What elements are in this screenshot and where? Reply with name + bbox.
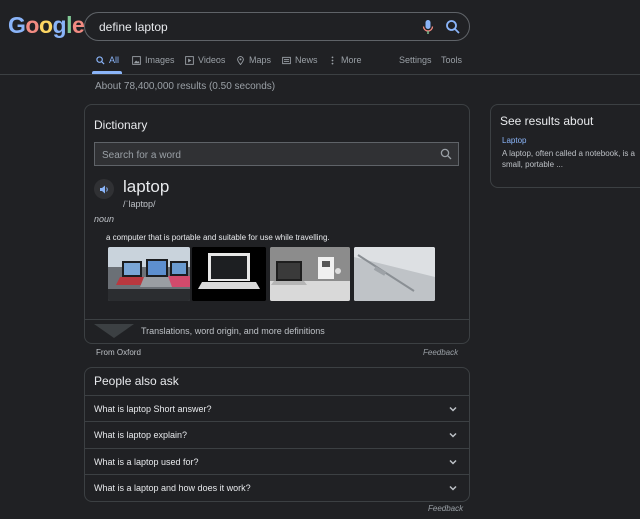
divider <box>84 319 470 320</box>
tab-images[interactable]: Images <box>132 55 175 65</box>
search-icon <box>96 55 105 65</box>
logo-letter: o <box>25 12 39 38</box>
search-box[interactable] <box>84 12 470 41</box>
dictionary-card <box>84 104 470 344</box>
paa-question-row[interactable]: What is laptop Short answer? <box>84 395 470 422</box>
chevron-down-icon <box>449 432 457 438</box>
laptop-desk-photo <box>270 247 350 301</box>
logo-letter: e <box>71 12 85 38</box>
tab-label: Maps <box>249 55 272 65</box>
dictionary-source: From Oxford <box>96 348 141 357</box>
speaker-icon <box>99 185 108 193</box>
tab-label: News <box>295 55 318 65</box>
dictionary-search-input[interactable] <box>100 147 424 163</box>
paa-question-row[interactable]: What is laptop explain? <box>84 421 470 448</box>
logo-letter: G <box>8 12 26 38</box>
paa-feedback-link[interactable]: Feedback <box>428 504 463 513</box>
laptop-image-4[interactable] <box>354 247 435 301</box>
laptops-photo <box>108 247 190 301</box>
tab-all[interactable]: All <box>96 55 119 65</box>
part-of-speech: noun <box>94 214 115 224</box>
dictionary-feedback-link[interactable]: Feedback <box>423 348 458 357</box>
people-also-ask-title: People also ask <box>94 374 179 388</box>
pronunciation-button[interactable] <box>94 179 114 199</box>
logo-letter: o <box>38 12 53 38</box>
tab-more[interactable]: More <box>328 55 362 65</box>
search-icon[interactable] <box>445 19 461 35</box>
paa-question: What is a laptop and how does it work? <box>94 483 251 493</box>
laptop-photo <box>192 247 266 301</box>
newspaper-icon <box>282 56 291 64</box>
tab-label: More <box>341 55 362 65</box>
expand-chevron-icon[interactable] <box>94 324 134 338</box>
paa-question: What is laptop explain? <box>94 430 188 440</box>
chevron-down-icon <box>449 406 457 412</box>
image-icon <box>132 55 141 65</box>
paa-question-row[interactable]: What is a laptop used for? <box>84 448 470 475</box>
dictionary-search-box[interactable] <box>94 142 436 166</box>
search-tabs: All Images Videos Maps News More Setting… <box>0 52 640 75</box>
dictionary-search-button[interactable] <box>434 142 459 166</box>
tab-maps[interactable]: Maps <box>236 55 271 65</box>
tab-label: Settings <box>399 55 432 65</box>
laptop-image-1[interactable] <box>108 247 190 301</box>
kebab-icon <box>331 55 334 65</box>
microphone-icon[interactable] <box>421 19 435 35</box>
logo-letter: g <box>52 12 67 38</box>
results-count: About 78,400,000 results (0.50 seconds) <box>95 81 276 92</box>
google-logo[interactable]: Google <box>8 12 85 39</box>
headword: laptop <box>123 177 170 196</box>
more-definitions-link[interactable]: Translations, word origin, and more defi… <box>141 326 325 336</box>
tab-news[interactable]: News <box>282 55 318 65</box>
phonetic: /ˈlaptɒp/ <box>123 199 156 209</box>
tab-label: Tools <box>441 55 463 65</box>
search-input[interactable] <box>97 18 411 36</box>
tab-label: Videos <box>198 55 226 65</box>
tab-label: All <box>109 55 120 65</box>
side-panel-text: A laptop, often called a notebook, is a … <box>502 149 635 169</box>
active-tab-indicator <box>92 71 122 74</box>
tab-videos[interactable]: Videos <box>185 55 225 65</box>
search-icon <box>440 148 452 160</box>
chevron-down-icon <box>449 459 457 465</box>
chevron-down-icon <box>449 485 457 491</box>
paa-question: What is laptop Short answer? <box>94 404 212 414</box>
tab-settings[interactable]: Settings <box>399 55 432 65</box>
definition: a computer that is portable and suitable… <box>106 233 330 242</box>
paa-question: What is a laptop used for? <box>94 457 199 467</box>
side-panel-title: See results about <box>500 114 594 128</box>
tab-label: Images <box>145 55 175 65</box>
paa-question-row[interactable]: What is a laptop and how does it work? <box>84 474 470 501</box>
dictionary-title: Dictionary <box>94 118 148 132</box>
laptop-closeup-photo <box>354 247 435 301</box>
laptop-image-3[interactable] <box>270 247 350 301</box>
tab-tools[interactable]: Tools <box>441 55 462 65</box>
play-icon <box>185 55 194 65</box>
map-pin-icon <box>237 55 244 65</box>
side-panel-link[interactable]: Laptop <box>502 136 526 145</box>
laptop-image-2[interactable] <box>192 247 266 301</box>
